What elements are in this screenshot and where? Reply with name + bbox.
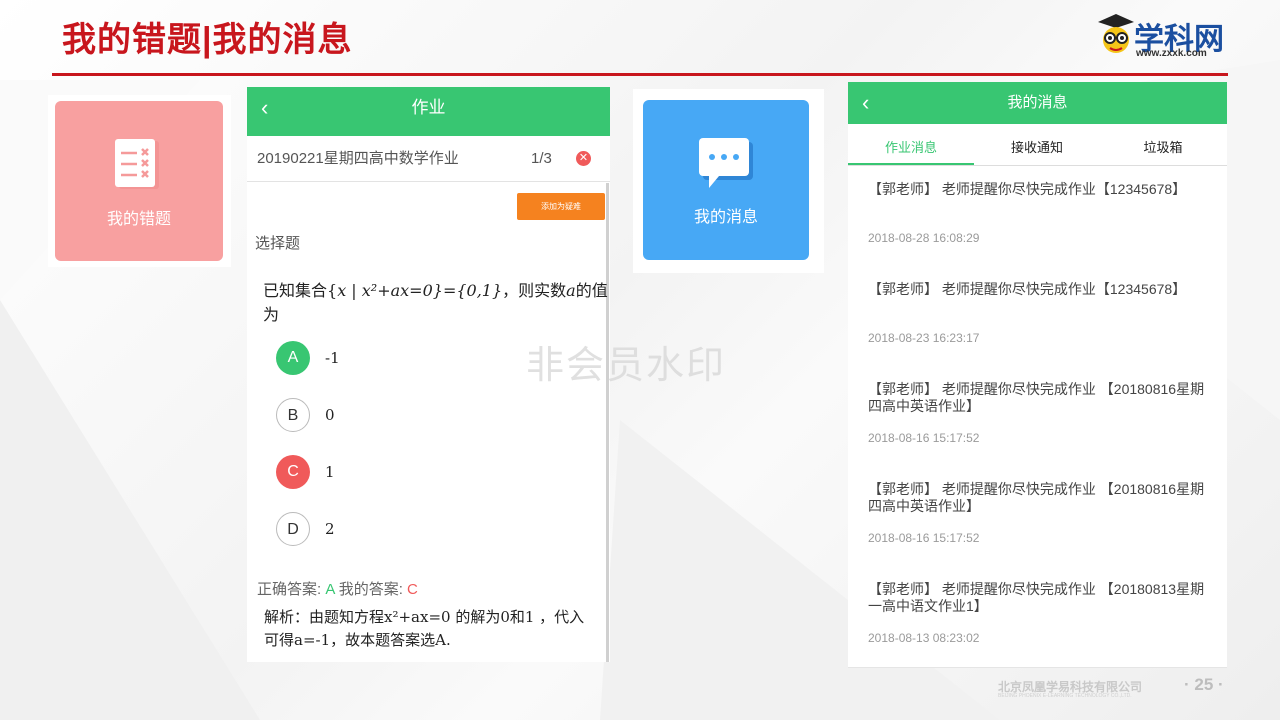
slide-title: 我的错题|我的消息 — [62, 21, 353, 59]
message-text: 【郭老师】 老师提醒你尽快完成作业【12345678】 — [868, 181, 1187, 197]
footer-company-en: BEIJING PHOENIX E-LEARNING TECHNOLOGY CO… — [998, 693, 1132, 699]
back-chevron-icon[interactable]: ‹ — [261, 87, 268, 129]
my-answer: C — [407, 581, 418, 598]
analysis-text: 解析：由题知方程x²+ax=0 的解为0和1 ，代入 可得a=-1，故本题答案选… — [264, 608, 585, 649]
back-chevron-icon[interactable]: ‹ — [862, 82, 869, 124]
message-time: 2018-08-23 16:23:17 — [868, 331, 980, 345]
my-mistakes-tile[interactable]: 我的错题 — [55, 101, 223, 261]
homework-title: 作业 — [411, 98, 446, 117]
message-text: 【郭老师】 老师提醒你尽快完成作业 【20180816星期四高中英语作业】 — [868, 481, 1205, 514]
scrollbar[interactable] — [606, 183, 609, 662]
message-time: 2018-08-16 15:17:52 — [868, 431, 980, 445]
mistake-list-icon — [115, 139, 159, 189]
option-letter: C — [276, 455, 310, 489]
message-item[interactable]: 【郭老师】 老师提醒你尽快完成作业 【20180813星期一高中语文作业1】 2… — [848, 567, 1227, 668]
question-type: 选择题 — [255, 235, 301, 252]
option-text: 0 — [325, 406, 335, 424]
add-doubt-button[interactable]: 添加为疑难 — [517, 193, 605, 220]
message-text: 【郭老师】 老师提醒你尽快完成作业 【20180813星期一高中语文作业1】 — [868, 581, 1205, 614]
messages-screen: ‹ 我的消息 作业消息 接收通知 垃圾箱 【郭老师】 老师提醒你尽快完成作业【1… — [848, 82, 1227, 668]
logo-url: www.zxxk.com — [1136, 48, 1207, 59]
homework-name: 20190221星期四高中数学作业 — [257, 150, 459, 167]
message-time: 2018-08-13 08:23:02 — [868, 631, 980, 645]
page-number: · 25 · — [1184, 675, 1224, 694]
question-progress: 1/3 — [531, 150, 552, 167]
homework-header: 20190221星期四高中数学作业 1/3 ✕ — [247, 136, 610, 182]
tab-trash[interactable]: 垃圾箱 — [1100, 137, 1226, 156]
tab-received-notices[interactable]: 接收通知 — [974, 137, 1100, 156]
question-stem: 已知集合{x | x²+ax=0}={0,1}，则实数a的值为 — [263, 281, 608, 324]
answer-summary: 正确答案: A 我的答案: C — [257, 581, 418, 598]
chat-bubble-icon — [699, 138, 753, 188]
option-text: 2 — [325, 520, 335, 538]
active-tab-indicator — [848, 163, 974, 165]
my-messages-tile[interactable]: 我的消息 — [643, 100, 809, 260]
messages-topbar: ‹ 我的消息 — [848, 82, 1227, 124]
message-item[interactable]: 【郭老师】 老师提醒你尽快完成作业 【20180816星期四高中英语作业】 20… — [848, 367, 1227, 468]
message-time: 2018-08-16 15:17:52 — [868, 531, 980, 545]
message-text: 【郭老师】 老师提醒你尽快完成作业 【20180816星期四高中英语作业】 — [868, 381, 1205, 414]
close-icon[interactable]: ✕ — [576, 151, 591, 166]
option-text: 1 — [325, 463, 335, 481]
option-letter: B — [276, 398, 310, 432]
message-item[interactable]: 【郭老师】 老师提醒你尽快完成作业 【20180816星期四高中英语作业】 20… — [848, 467, 1227, 568]
messages-title: 我的消息 — [1007, 94, 1068, 111]
correct-answer: A — [325, 581, 335, 598]
message-text: 【郭老师】 老师提醒你尽快完成作业【12345678】 — [868, 281, 1187, 297]
option-letter: D — [276, 512, 310, 546]
message-item[interactable]: 【郭老师】 老师提醒你尽快完成作业【12345678】 2018-08-28 1… — [848, 167, 1227, 268]
my-mistakes-label: 我的错题 — [106, 211, 171, 228]
homework-topbar: ‹ 作业 — [247, 87, 610, 136]
mascot-icon — [1098, 14, 1134, 53]
my-messages-label: 我的消息 — [693, 209, 758, 226]
tab-homework-messages[interactable]: 作业消息 — [848, 137, 974, 156]
title-divider — [52, 73, 1228, 76]
message-item[interactable]: 【郭老师】 老师提醒你尽快完成作业【12345678】 2018-08-23 1… — [848, 267, 1227, 368]
option-text: -1 — [325, 349, 340, 367]
watermark: 非会员水印 — [526, 345, 727, 387]
message-tabs: 作业消息 接收通知 垃圾箱 — [848, 124, 1227, 166]
message-time: 2018-08-28 16:08:29 — [868, 231, 980, 245]
option-letter: A — [276, 341, 310, 375]
